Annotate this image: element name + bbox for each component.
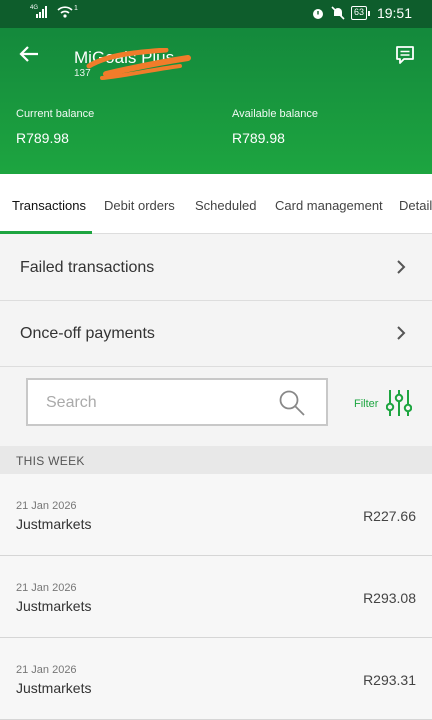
tab-scheduled[interactable]: Scheduled bbox=[195, 198, 256, 213]
section-title: THIS WEEK bbox=[16, 454, 85, 468]
filter-sliders-icon[interactable] bbox=[386, 388, 412, 418]
available-balance-value: R789.98 bbox=[232, 130, 285, 146]
transaction-amount: R227.66 bbox=[363, 508, 416, 524]
battery-icon: 63 bbox=[350, 6, 370, 20]
row-label: Failed transactions bbox=[20, 259, 155, 276]
chevron-right-icon bbox=[397, 326, 406, 340]
back-arrow-icon[interactable] bbox=[18, 44, 40, 64]
tab-debit-orders[interactable]: Debit orders bbox=[104, 198, 175, 213]
section-header: THIS WEEK bbox=[0, 446, 432, 474]
status-bar: 4G 1 63 19:51 bbox=[0, 0, 432, 28]
available-balance-label: Available balance bbox=[232, 108, 319, 120]
active-tab-indicator bbox=[0, 231, 92, 234]
search-input[interactable] bbox=[46, 392, 266, 414]
search-bar-area: Filter bbox=[0, 368, 432, 446]
filter-label[interactable]: Filter bbox=[354, 398, 378, 410]
row-label: Once-off payments bbox=[20, 325, 155, 342]
transaction-date: 21 Jan 2026 bbox=[16, 582, 77, 594]
tab-card-management[interactable]: Card management bbox=[275, 198, 383, 213]
failed-transactions-row[interactable]: Failed transactions bbox=[0, 235, 432, 301]
account-header: MiGoals Plus 137 Current balance R789.98… bbox=[0, 28, 432, 174]
current-balance-value: R789.98 bbox=[16, 130, 69, 146]
tab-transactions[interactable]: Transactions bbox=[12, 198, 86, 213]
current-balance-label: Current balance bbox=[16, 108, 95, 120]
status-left: 4G 1 bbox=[30, 5, 78, 19]
search-icon[interactable] bbox=[278, 389, 306, 417]
clock: 19:51 bbox=[376, 5, 412, 21]
transaction-row[interactable]: 21 Jan 2026 Justmarkets R293.31 bbox=[0, 638, 432, 720]
mute-icon bbox=[331, 6, 345, 20]
tab-details[interactable]: Details bbox=[399, 198, 432, 213]
chevron-right-icon bbox=[397, 260, 406, 274]
search-box[interactable] bbox=[26, 378, 328, 426]
network-type: 4G bbox=[30, 5, 39, 11]
message-icon[interactable] bbox=[394, 44, 416, 66]
transaction-name: Justmarkets bbox=[16, 680, 92, 696]
alarm-icon bbox=[312, 9, 323, 19]
transaction-amount: R293.31 bbox=[363, 672, 416, 688]
status-right: 63 19:51 bbox=[311, 5, 412, 21]
transaction-date: 21 Jan 2026 bbox=[16, 664, 77, 676]
transaction-amount: R293.08 bbox=[363, 590, 416, 606]
wifi-badge: 1 bbox=[74, 4, 78, 12]
once-off-payments-row[interactable]: Once-off payments bbox=[0, 301, 432, 367]
transaction-row[interactable]: 21 Jan 2026 Justmarkets R227.66 bbox=[0, 474, 432, 556]
transaction-row[interactable]: 21 Jan 2026 Justmarkets R293.08 bbox=[0, 556, 432, 638]
transaction-name: Justmarkets bbox=[16, 516, 92, 532]
wifi-icon bbox=[57, 6, 73, 18]
transaction-date: 21 Jan 2026 bbox=[16, 500, 77, 512]
redaction-scribble bbox=[86, 48, 191, 80]
transaction-name: Justmarkets bbox=[16, 598, 92, 614]
tab-bar: Transactions Debit orders Scheduled Card… bbox=[0, 174, 432, 234]
